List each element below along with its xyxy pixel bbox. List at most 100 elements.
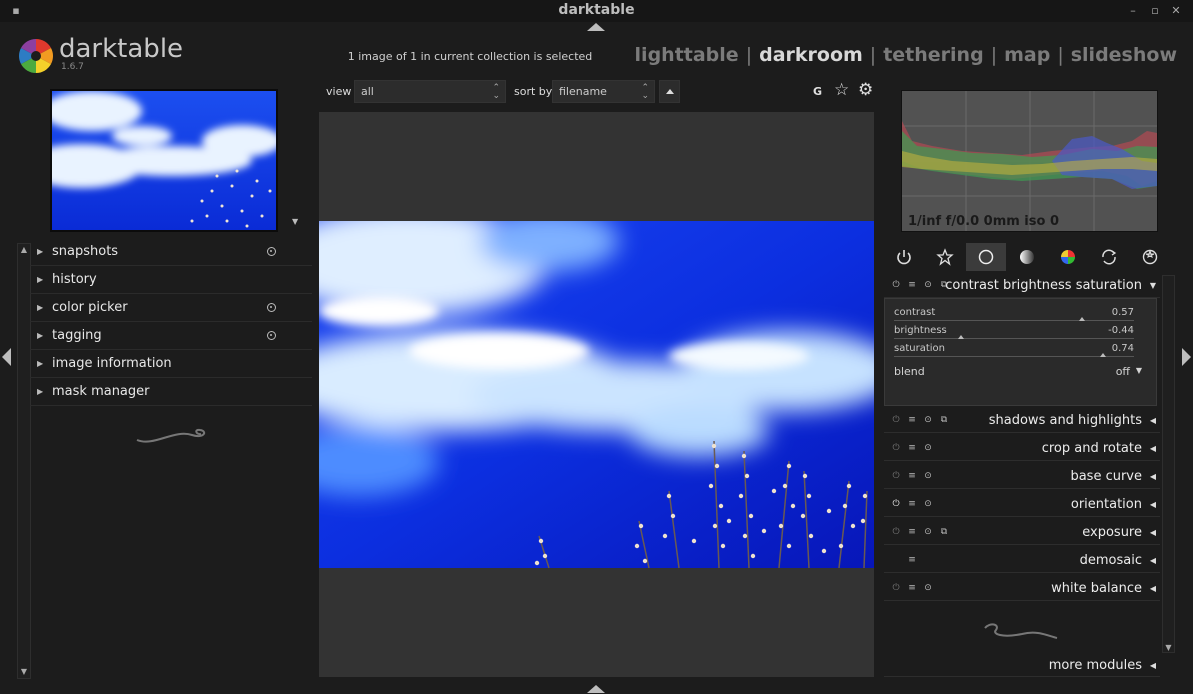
favorites-group[interactable] — [925, 243, 965, 271]
histogram[interactable]: 1/inf f/0.0 0mm iso 0 — [901, 90, 1158, 232]
presets-icon[interactable]: ≡ — [904, 499, 920, 509]
left-panel-scrollbar[interactable]: ▲ ▼ — [17, 243, 31, 679]
navigation-zoom-dropdown-icon[interactable]: ▼ — [292, 217, 298, 226]
effect-group[interactable] — [1130, 243, 1170, 271]
reset-icon[interactable]: ⊙ — [920, 280, 936, 290]
module-header-demosaic[interactable]: ≡ demosaic ◀ — [884, 549, 1160, 573]
basic-group[interactable] — [966, 243, 1006, 271]
navigation-thumbnail[interactable] — [50, 89, 278, 232]
view-darkroom[interactable]: darkroom — [759, 44, 863, 66]
main-image[interactable] — [319, 221, 874, 568]
grouping-button[interactable]: G — [813, 85, 822, 98]
multi-instance-icon[interactable]: ⧉ — [936, 527, 952, 537]
power-icon[interactable]: ⏻ — [888, 499, 904, 509]
image-canvas[interactable] — [319, 112, 874, 677]
minimize-icon[interactable]: – — [1126, 4, 1140, 18]
left-module-image-information[interactable]: ▶ image information — [30, 350, 312, 378]
collapse-icon[interactable]: ▼ — [1150, 281, 1156, 290]
blend-value[interactable]: off — [1116, 365, 1130, 378]
scroll-down-icon[interactable]: ▼ — [1163, 643, 1174, 652]
left-module-snapshots[interactable]: ▶ snapshots — [30, 238, 312, 266]
contrast-brightness-saturation-panel: contrast 0.57 brightness -0.44 saturation 0.7… — [884, 298, 1157, 406]
module-header-crop-and-rotate[interactable]: ⏻ ≡ ⊙ crop and rotate ◀ — [884, 437, 1160, 461]
blend-row[interactable]: blend off ▼ — [894, 365, 1146, 378]
tone-group[interactable] — [1007, 243, 1047, 271]
reset-icon[interactable]: ⊙ — [920, 443, 936, 453]
slider-handle[interactable] — [958, 335, 965, 339]
view-tethering[interactable]: tethering — [883, 44, 983, 66]
power-icon[interactable]: ⏻ — [888, 527, 904, 537]
power-icon[interactable]: ⏻ — [888, 280, 904, 290]
multi-instance-icon[interactable]: ⧉ — [936, 415, 952, 425]
slider-handle[interactable] — [1099, 353, 1106, 357]
gear-icon[interactable]: ⚙ — [858, 80, 873, 100]
sort-direction-button[interactable] — [659, 80, 680, 103]
close-icon[interactable]: ✕ — [1169, 4, 1183, 18]
reset-icon[interactable]: ⊙ — [920, 527, 936, 537]
power-icon[interactable]: ⏻ — [888, 471, 904, 481]
slider-track[interactable] — [894, 338, 1134, 339]
presets-icon[interactable]: ≡ — [904, 280, 920, 290]
bottom-panel-toggle-icon[interactable] — [587, 685, 605, 693]
slider-contrast[interactable]: contrast 0.57 — [894, 307, 1134, 325]
expand-icon[interactable]: ◀ — [1150, 528, 1156, 537]
right-panel-toggle-icon[interactable] — [1182, 348, 1191, 366]
scroll-down-icon[interactable]: ▼ — [18, 666, 30, 678]
left-module-tagging[interactable]: ▶ tagging — [30, 322, 312, 350]
photo — [319, 221, 874, 568]
left-module-color-picker[interactable]: ▶ color picker — [30, 294, 312, 322]
left-module-history[interactable]: ▶ history — [30, 266, 312, 294]
scroll-up-icon[interactable]: ▲ — [18, 244, 30, 256]
left-module-mask-manager[interactable]: ▶ mask manager — [30, 378, 312, 406]
color-group[interactable] — [1048, 243, 1088, 271]
expand-icon[interactable]: ◀ — [1150, 584, 1156, 593]
view-map[interactable]: map — [1004, 44, 1050, 66]
module-header-white-balance[interactable]: ⏻ ≡ ⊙ white balance ◀ — [884, 577, 1160, 601]
sort-by-combobox[interactable]: filename ⌃ ⌄ — [552, 80, 655, 103]
view-slideshow[interactable]: slideshow — [1071, 44, 1177, 66]
module-header-exposure[interactable]: ⏻ ≡ ⊙ ⧉ exposure ◀ — [884, 521, 1160, 545]
presets-icon[interactable]: ≡ — [904, 415, 920, 425]
view-separator: | — [745, 44, 753, 66]
right-panel-scrollbar[interactable]: ▼ — [1162, 275, 1175, 653]
reset-icon[interactable]: ⊙ — [920, 499, 936, 509]
power-icon[interactable]: ⏻ — [888, 415, 904, 425]
slider-saturation[interactable]: saturation 0.74 — [894, 343, 1134, 361]
reset-icon[interactable] — [267, 247, 276, 256]
expand-icon[interactable]: ◀ — [1150, 444, 1156, 453]
module-header-contrast-brightness-saturation[interactable]: ⏻ ≡ ⊙ ⧉ contrast brightness saturation ▼ — [884, 274, 1160, 298]
view-filter-combobox[interactable]: all ⌃ ⌄ — [354, 80, 506, 103]
active-modules-group[interactable] — [884, 243, 924, 271]
power-icon[interactable]: ⏻ — [888, 583, 904, 593]
slider-brightness[interactable]: brightness -0.44 — [894, 325, 1134, 343]
slider-handle[interactable] — [1079, 317, 1086, 321]
expand-icon[interactable]: ◀ — [1150, 500, 1156, 509]
reset-icon[interactable]: ⊙ — [920, 471, 936, 481]
expand-icon[interactable]: ◀ — [1150, 416, 1156, 425]
presets-icon[interactable]: ≡ — [904, 555, 920, 565]
reset-icon[interactable]: ⊙ — [920, 583, 936, 593]
presets-icon[interactable]: ≡ — [904, 471, 920, 481]
more-modules-button[interactable]: more modules ◀ — [884, 655, 1160, 677]
top-panel-toggle-icon[interactable] — [587, 23, 605, 31]
power-icon[interactable]: ⏻ — [888, 443, 904, 453]
module-header-base-curve[interactable]: ⏻ ≡ ⊙ base curve ◀ — [884, 465, 1160, 489]
maximize-icon[interactable]: ▫ — [1148, 4, 1162, 18]
correct-group[interactable] — [1089, 243, 1129, 271]
slider-track[interactable] — [894, 356, 1134, 357]
view-lighttable[interactable]: lighttable — [635, 44, 739, 66]
reset-icon[interactable] — [267, 331, 276, 340]
module-header-shadows-and-highlights[interactable]: ⏻ ≡ ⊙ ⧉ shadows and highlights ◀ — [884, 409, 1160, 433]
presets-icon[interactable]: ≡ — [904, 443, 920, 453]
blend-dropdown-icon[interactable]: ▼ — [1136, 366, 1142, 375]
presets-icon[interactable]: ≡ — [904, 583, 920, 593]
reset-icon[interactable] — [267, 303, 276, 312]
slider-track[interactable] — [894, 320, 1134, 321]
presets-icon[interactable]: ≡ — [904, 527, 920, 537]
expand-icon[interactable]: ◀ — [1150, 472, 1156, 481]
module-header-orientation[interactable]: ⏻ ≡ ⊙ orientation ◀ — [884, 493, 1160, 517]
reset-icon[interactable]: ⊙ — [920, 415, 936, 425]
left-panel-toggle-icon[interactable] — [2, 348, 11, 366]
star-icon[interactable]: ☆ — [834, 80, 849, 100]
expand-icon[interactable]: ◀ — [1150, 556, 1156, 565]
